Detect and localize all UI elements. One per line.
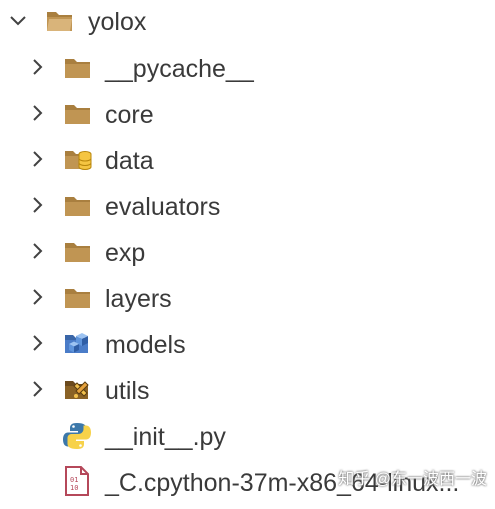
tree-label: utils (105, 377, 150, 405)
tree-item-pycache[interactable]: __pycache__ (0, 49, 495, 95)
tree-label: __init__.py (105, 423, 226, 451)
chevron-right-icon[interactable] (28, 333, 48, 353)
tree-label: core (105, 101, 154, 129)
folder-icon (65, 105, 90, 124)
tree-root-yolox[interactable]: yolox (0, 3, 495, 49)
folder-icon (65, 243, 90, 262)
tree-item-evaluators[interactable]: evaluators (0, 187, 495, 233)
python-icon (63, 423, 91, 449)
watermark-text: 知乎 @东一波西一波 (338, 471, 487, 488)
tree-label: layers (105, 285, 172, 313)
svg-text:01: 01 (70, 476, 78, 484)
binary-file-icon: 01 10 (65, 466, 89, 496)
tree-item-models[interactable]: models (0, 325, 495, 371)
chevron-right-icon[interactable] (28, 241, 48, 261)
tree-item-core[interactable]: core (0, 95, 495, 141)
chevron-down-icon[interactable] (8, 11, 28, 31)
tree-label: exp (105, 239, 146, 267)
chevron-right-icon[interactable] (28, 195, 48, 215)
folder-icon (65, 59, 90, 78)
chevron-right-icon[interactable] (28, 57, 48, 77)
tree-label: __pycache__ (105, 55, 254, 83)
folder-database-icon (65, 151, 92, 170)
folder-icon (65, 197, 90, 216)
folder-utils-icon (65, 381, 89, 399)
tree-item-exp[interactable]: exp (0, 233, 495, 279)
chevron-right-icon[interactable] (28, 149, 48, 169)
chevron-right-icon[interactable] (28, 103, 48, 123)
folder-open-icon (47, 12, 72, 31)
tree-label: data (105, 147, 154, 175)
tree-item-layers[interactable]: layers (0, 279, 495, 325)
chevron-right-icon[interactable] (28, 379, 48, 399)
tree-label-root: yolox (88, 8, 147, 36)
svg-text:10: 10 (70, 484, 78, 492)
tree-label: models (105, 331, 186, 359)
tree-item-init-py[interactable]: __init__.py (0, 417, 495, 463)
chevron-right-icon[interactable] (28, 287, 48, 307)
tree-label: evaluators (105, 193, 221, 221)
tree-item-utils[interactable]: utils (0, 371, 495, 417)
file-explorer-tree: yolox __pycache__ core data evaluators e… (0, 0, 495, 499)
tree-item-data[interactable]: data (0, 141, 495, 187)
folder-models-icon (65, 333, 88, 353)
folder-icon (65, 289, 90, 308)
